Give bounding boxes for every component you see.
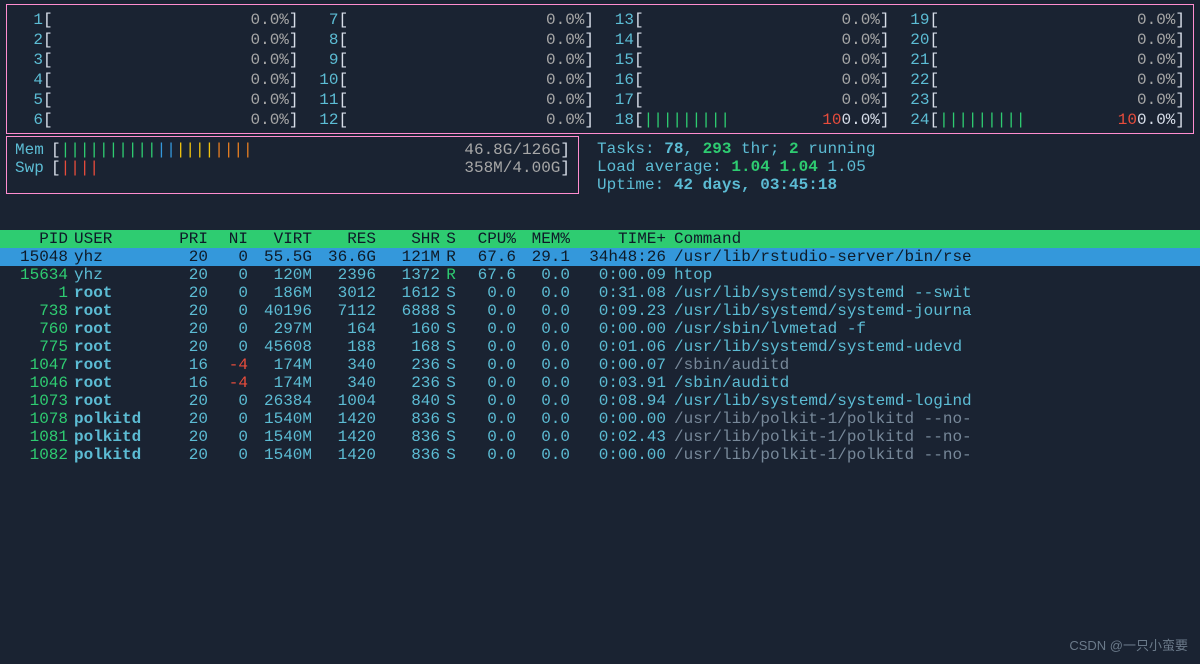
process-row[interactable]: 15048yhz20055.5G36.6G121MR67.629.134h48:…	[0, 248, 1200, 266]
memory-panel: Mem[||||||||||||||||||||46.8G/126G] Swp[…	[6, 136, 579, 194]
tasks-line: Tasks: 78, 293 thr; 2 running	[597, 140, 875, 158]
cpu-meter-14: 14 [0.0%]	[606, 31, 890, 49]
cpu-meter-24: 24 [|||||||||100.0%]	[902, 111, 1186, 129]
cpu-meter-15: 15 [0.0%]	[606, 51, 890, 69]
col-cpu[interactable]: CPU%	[462, 230, 516, 248]
cpu-meter-5: 5 [0.0%]	[15, 91, 299, 109]
cpu-meter-4: 4 [0.0%]	[15, 71, 299, 89]
cpu-meter-20: 20 [0.0%]	[902, 31, 1186, 49]
cpu-meter-23: 23 [0.0%]	[902, 91, 1186, 109]
process-row[interactable]: 760root200297M164160S0.00.00:00.00/usr/s…	[0, 320, 1200, 338]
col-s[interactable]: S	[440, 230, 462, 248]
cpu-meter-13: 13 [0.0%]	[606, 11, 890, 29]
process-row[interactable]: 1082polkitd2001540M1420836S0.00.00:00.00…	[0, 446, 1200, 464]
system-info: Tasks: 78, 293 thr; 2 running Load avera…	[579, 136, 875, 194]
cpu-meter-18: 18 [|||||||||100.0%]	[606, 111, 890, 129]
process-row[interactable]: 15634yhz200120M23961372R67.60.00:00.09ht…	[0, 266, 1200, 284]
cpu-meter-12: 12 [0.0%]	[311, 111, 595, 129]
cpu-meter-6: 6 [0.0%]	[15, 111, 299, 129]
cpu-meter-19: 19 [0.0%]	[902, 11, 1186, 29]
watermark: CSDN @一只小蛮要	[1069, 635, 1188, 654]
cpu-meter-11: 11 [0.0%]	[311, 91, 595, 109]
cpu-meter-22: 22 [0.0%]	[902, 71, 1186, 89]
cpu-meter-3: 3 [0.0%]	[15, 51, 299, 69]
cpu-meter-21: 21 [0.0%]	[902, 51, 1186, 69]
col-virt[interactable]: VIRT	[248, 230, 312, 248]
process-row[interactable]: 1047root16-4174M340236S0.00.00:00.07/sbi…	[0, 356, 1200, 374]
process-row[interactable]: 738root2004019671126888S0.00.00:09.23/us…	[0, 302, 1200, 320]
load-line: Load average: 1.04 1.04 1.05	[597, 158, 875, 176]
col-pid[interactable]: PID	[4, 230, 68, 248]
col-ni[interactable]: NI	[208, 230, 248, 248]
col-cmd[interactable]: Command	[666, 230, 1196, 248]
cpu-meter-8: 8 [0.0%]	[311, 31, 595, 49]
process-row[interactable]: 1078polkitd2001540M1420836S0.00.00:00.00…	[0, 410, 1200, 428]
cpu-meters-panel: 1 [0.0%] 2 [0.0%] 3 [0.0%] 4 [0.0%] 5 [0.0%]…	[6, 4, 1194, 134]
col-pri[interactable]: PRI	[158, 230, 208, 248]
process-row[interactable]: 1root200186M30121612S0.00.00:31.08/usr/l…	[0, 284, 1200, 302]
process-header[interactable]: PID USER PRI NI VIRT RES SHR S CPU% MEM%…	[0, 230, 1200, 248]
cpu-meter-9: 9 [0.0%]	[311, 51, 595, 69]
col-shr[interactable]: SHR	[376, 230, 440, 248]
col-time[interactable]: TIME+	[570, 230, 666, 248]
col-user[interactable]: USER	[68, 230, 158, 248]
process-row[interactable]: 775root20045608188168S0.00.00:01.06/usr/…	[0, 338, 1200, 356]
cpu-meter-10: 10 [0.0%]	[311, 71, 595, 89]
cpu-meter-17: 17 [0.0%]	[606, 91, 890, 109]
cpu-meter-2: 2 [0.0%]	[15, 31, 299, 49]
col-mem[interactable]: MEM%	[516, 230, 570, 248]
cpu-meter-16: 16 [0.0%]	[606, 71, 890, 89]
uptime-line: Uptime: 42 days, 03:45:18	[597, 176, 875, 194]
cpu-meter-7: 7 [0.0%]	[311, 11, 595, 29]
process-row[interactable]: 1046root16-4174M340236S0.00.00:03.91/sbi…	[0, 374, 1200, 392]
mem-meter: Mem[||||||||||||||||||||46.8G/126G]	[15, 141, 570, 159]
cpu-meter-1: 1 [0.0%]	[15, 11, 299, 29]
col-res[interactable]: RES	[312, 230, 376, 248]
process-row[interactable]: 1073root200263841004840S0.00.00:08.94/us…	[0, 392, 1200, 410]
swp-meter: Swp[||||358M/4.00G]	[15, 159, 570, 177]
process-list[interactable]: PID USER PRI NI VIRT RES SHR S CPU% MEM%…	[0, 230, 1200, 464]
process-row[interactable]: 1081polkitd2001540M1420836S0.00.00:02.43…	[0, 428, 1200, 446]
